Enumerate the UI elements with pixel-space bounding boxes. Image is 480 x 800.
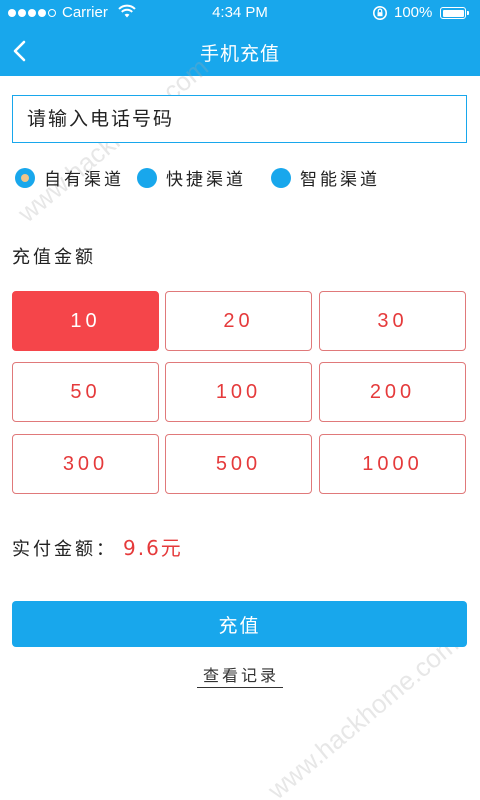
status-bar: Carrier 4:34 PM 100% [0, 0, 480, 26]
amount-option-100[interactable]: 100 [165, 362, 312, 422]
nav-bar: 手机充值 [0, 26, 480, 76]
radio-icon [271, 167, 291, 188]
view-records-link[interactable]: 查看记录 [196, 666, 283, 688]
watermark: www.hackhome.com [262, 628, 464, 800]
radio-selected-icon [15, 167, 35, 188]
amount-option-50[interactable]: 50 [12, 362, 159, 422]
amount-option-500[interactable]: 500 [165, 434, 312, 494]
amount-option-200[interactable]: 200 [319, 362, 466, 422]
rotation-lock-icon [373, 6, 387, 20]
radio-icon [137, 167, 157, 188]
page-title: 手机充值 [199, 43, 280, 65]
amount-option-1000[interactable]: 1000 [319, 434, 466, 494]
records-link-container: 查看记录 [0, 662, 480, 688]
amount-option-30[interactable]: 30 [319, 291, 466, 351]
amount-grid: 10 20 30 50 100 200 300 500 1000 [12, 291, 467, 495]
channel-label: 自有渠道 [44, 170, 124, 190]
recharge-button[interactable]: 充值 [12, 601, 467, 647]
battery-percentage: 100% [394, 4, 433, 21]
channel-label: 智能渠道 [300, 170, 380, 190]
actual-payment-value: 9.6元 [123, 536, 183, 560]
amount-option-20[interactable]: 20 [165, 291, 312, 351]
amount-section-title: 充值金额 [12, 247, 96, 268]
phone-recharge-screen: Carrier 4:34 PM 100% 手机充值 www.hackhome.c… [0, 0, 480, 800]
amount-option-10[interactable]: 10 [12, 291, 159, 351]
actual-payment-label: 实付金额： [12, 539, 117, 560]
channel-option-own[interactable]: 自有渠道 [15, 165, 124, 190]
battery-icon [440, 7, 469, 19]
actual-payment: 实付金额： 9.6元 [12, 532, 183, 561]
phone-number-input[interactable] [12, 95, 467, 143]
channel-option-smart[interactable]: 智能渠道 [271, 165, 380, 190]
channel-option-quick[interactable]: 快捷渠道 [137, 165, 246, 190]
amount-option-300[interactable]: 300 [12, 434, 159, 494]
channel-label: 快捷渠道 [166, 170, 246, 190]
channel-selector: 自有渠道 快捷渠道 智能渠道 [15, 165, 465, 190]
